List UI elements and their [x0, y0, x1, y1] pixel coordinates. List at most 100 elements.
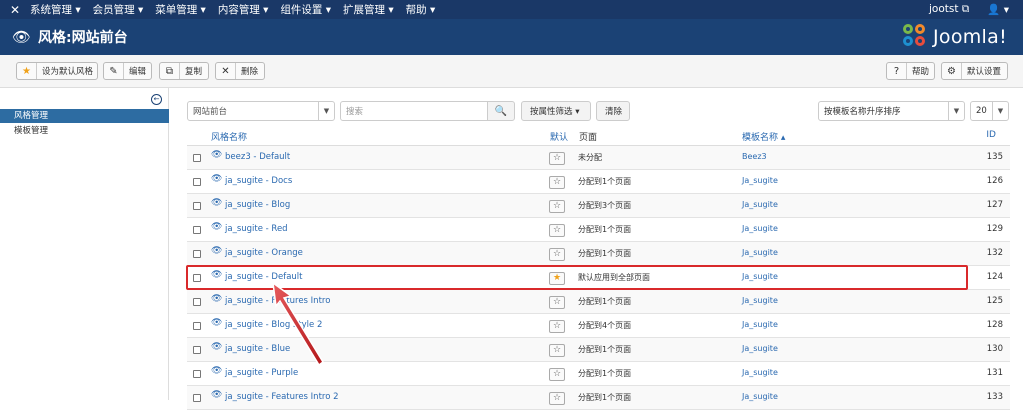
template-link[interactable]: Ja_sugite	[742, 176, 778, 185]
style-name-link[interactable]: ja_sugite - Blue	[225, 344, 290, 354]
row-checkbox[interactable]	[193, 250, 201, 258]
star-outline-icon[interactable]: ☆	[549, 368, 565, 381]
sidebar-item-templates[interactable]: 模板管理	[0, 124, 169, 138]
options-button[interactable]: ⚙ 默认设置	[941, 62, 1008, 80]
eye-icon[interactable]: 👁	[211, 318, 222, 328]
menu-users[interactable]: 会员管理 ▾	[93, 2, 144, 17]
pages-text: 未分配	[578, 153, 602, 162]
row-checkbox[interactable]	[193, 346, 201, 354]
help-label: 帮助	[912, 67, 930, 77]
filter-options-label: 按属性筛选 ▾	[530, 107, 580, 117]
site-link[interactable]: jootst ⧉	[929, 3, 969, 16]
star-outline-icon[interactable]: ☆	[549, 224, 565, 237]
eye-icon[interactable]: 👁	[211, 174, 222, 184]
edit-button[interactable]: ✎ 编辑	[103, 62, 152, 80]
pages-text: 分配到3个页面	[578, 201, 632, 210]
menu-help[interactable]: 帮助 ▾	[406, 2, 436, 17]
star-outline-icon[interactable]: ☆	[549, 152, 565, 165]
style-name-link[interactable]: beez3 - Default	[225, 152, 290, 162]
style-name-link[interactable]: ja_sugite - Purple	[225, 368, 298, 378]
gear-icon: ⚙	[942, 63, 962, 79]
template-link[interactable]: Ja_sugite	[742, 368, 778, 377]
search-input[interactable]: 搜索	[340, 101, 488, 121]
eye-icon[interactable]: 👁	[211, 342, 222, 352]
page-header: 👁 风格:网站前台 Joomla!	[0, 19, 1023, 55]
row-checkbox[interactable]	[193, 322, 201, 330]
template-link[interactable]: Ja_sugite	[742, 344, 778, 353]
sort-select[interactable]: 按模板名称升序排序 ▼	[818, 101, 965, 121]
star-outline-icon[interactable]: ☆	[549, 320, 565, 333]
table-row: 👁 ja_sugite - Features Intro 2 ☆ 分配到1个页面 Ja_…	[187, 386, 1010, 410]
limit-select[interactable]: 20 ▼	[970, 101, 1009, 121]
eye-icon[interactable]: 👁	[211, 390, 222, 400]
row-checkbox[interactable]	[193, 202, 201, 210]
main-content: 网站前台 ▼ 搜索 🔍 按属性筛选 ▾ 清除 按模板名称升序排序 ▼ 20 ▼ …	[169, 88, 1023, 410]
template-link[interactable]: Ja_sugite	[742, 224, 778, 233]
star-outline-icon[interactable]: ☆	[549, 248, 565, 261]
menu-content[interactable]: 内容管理 ▾	[218, 2, 269, 17]
template-link[interactable]: Ja_sugite	[742, 320, 778, 329]
client-select[interactable]: 网站前台 ▼	[187, 101, 335, 121]
filter-options-button[interactable]: 按属性筛选 ▾	[521, 101, 591, 121]
style-name-link[interactable]: ja_sugite - Blog Style 2	[225, 320, 322, 330]
menu-extensions[interactable]: 扩展管理 ▾	[343, 2, 394, 17]
style-id: 131	[986, 368, 1003, 378]
template-link[interactable]: Ja_sugite	[742, 200, 778, 209]
sidebar: ← 风格管理 模板管理	[0, 88, 169, 400]
clear-button[interactable]: 清除	[596, 101, 630, 121]
eye-icon[interactable]: 👁	[211, 246, 222, 256]
eye-icon[interactable]: 👁	[211, 366, 222, 376]
eye-icon[interactable]: 👁	[211, 222, 222, 232]
style-name-link[interactable]: ja_sugite - Orange	[225, 248, 303, 258]
col-default[interactable]: 默认	[550, 130, 568, 143]
style-name-link[interactable]: ja_sugite - Red	[225, 224, 288, 234]
table-row: 👁 ja_sugite - Docs ☆ 分配到1个页面 Ja_sugite 126	[187, 170, 1010, 194]
template-link[interactable]: Ja_sugite	[742, 296, 778, 305]
menu-components[interactable]: 组件设置 ▾	[280, 2, 331, 17]
star-outline-icon[interactable]: ☆	[549, 392, 565, 405]
eye-icon[interactable]: 👁	[211, 198, 222, 208]
template-link[interactable]: Ja_sugite	[742, 248, 778, 257]
row-checkbox[interactable]	[193, 298, 201, 306]
row-checkbox[interactable]	[193, 394, 201, 402]
set-default-button[interactable]: ★ 设为默认风格	[16, 62, 98, 80]
search-button[interactable]: 🔍	[487, 101, 515, 121]
joomla-brand: Joomla!	[903, 24, 1007, 50]
template-link[interactable]: Beez3	[742, 152, 767, 161]
star-outline-icon[interactable]: ☆	[549, 176, 565, 189]
table-row: 👁 beez3 - Default ☆ 未分配 Beez3 135	[187, 146, 1010, 170]
help-button[interactable]: ? 帮助	[886, 62, 935, 80]
eye-icon[interactable]: 👁	[211, 294, 222, 304]
copy-button[interactable]: ⧉ 复制	[159, 62, 209, 80]
style-name-link[interactable]: ja_sugite - Blog	[225, 200, 290, 210]
table-row: 👁 ja_sugite - Blog Style 2 ☆ 分配到4个页面 Ja_sugi…	[187, 314, 1010, 338]
sidebar-item-styles[interactable]: 风格管理	[0, 109, 169, 123]
star-outline-icon[interactable]: ☆	[549, 296, 565, 309]
col-id[interactable]: ID	[986, 130, 996, 140]
collapse-sidebar-icon[interactable]: ←	[151, 94, 162, 105]
col-template[interactable]: 模板名称 ▴	[742, 130, 785, 143]
row-checkbox[interactable]	[193, 226, 201, 234]
col-name[interactable]: 风格名称	[211, 130, 247, 143]
star-outline-icon[interactable]: ☆	[549, 200, 565, 213]
chevron-down-icon: ▼	[318, 102, 334, 120]
row-checkbox[interactable]	[193, 370, 201, 378]
style-name-link[interactable]: ja_sugite - Features Intro	[225, 296, 330, 306]
chevron-down-icon: ▼	[992, 102, 1008, 120]
style-id: 126	[986, 176, 1003, 186]
star-outline-icon[interactable]: ☆	[549, 344, 565, 357]
row-checkbox[interactable]	[193, 154, 201, 162]
style-id: 125	[986, 296, 1003, 306]
pages-text: 分配到1个页面	[578, 225, 632, 234]
sort-select-value: 按模板名称升序排序	[824, 107, 901, 117]
style-name-link[interactable]: ja_sugite - Features Intro 2	[225, 392, 339, 402]
joomla-logo-icon[interactable]: ✕	[0, 3, 30, 17]
menu-system[interactable]: 系统管理 ▾	[30, 2, 81, 17]
eye-icon[interactable]: 👁	[211, 150, 222, 160]
style-name-link[interactable]: ja_sugite - Docs	[225, 176, 292, 186]
copy-icon: ⧉	[160, 63, 180, 79]
row-checkbox[interactable]	[193, 178, 201, 186]
menu-menus[interactable]: 菜单管理 ▾	[155, 2, 206, 17]
account-menu[interactable]: 👤 ▾	[987, 3, 1009, 16]
delete-button[interactable]: ✕ 删除	[215, 62, 265, 80]
